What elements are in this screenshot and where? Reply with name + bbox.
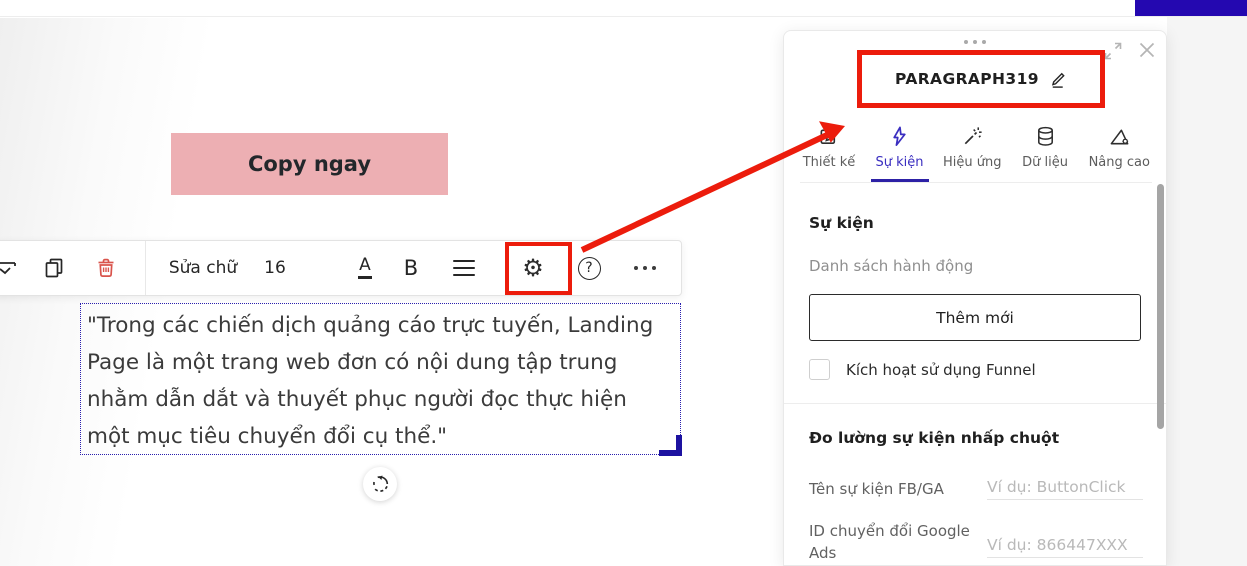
- tab-su-kien[interactable]: Sự kiện: [871, 123, 929, 182]
- section-divider: [784, 403, 1166, 404]
- align-button[interactable]: [445, 241, 483, 295]
- tracking-section-heading: Đo lường sự kiện nhấp chuột: [809, 429, 1059, 447]
- help-button[interactable]: ?: [571, 241, 607, 295]
- element-name: PARAGRAPH319: [895, 70, 1039, 88]
- panel-scrollbar[interactable]: [1157, 184, 1164, 429]
- tab-label: Hiệu ứng: [943, 155, 1002, 170]
- pencil-icon: [1048, 70, 1067, 89]
- text-color-button[interactable]: A: [347, 241, 383, 295]
- panel-tabs: Thiết kế Sự kiện Hiệu ứng: [800, 123, 1152, 183]
- panel-drag-handle-icon[interactable]: [964, 40, 986, 44]
- tab-thiet-ke[interactable]: Thiết kế: [800, 123, 858, 182]
- funnel-checkbox-row: Kích hoạt sử dụng Funnel: [809, 359, 1036, 380]
- element-toolbar: Sửa chữ 16 A B ⚙ ?: [0, 240, 682, 296]
- advanced-icon: [1108, 125, 1131, 148]
- funnel-checkbox[interactable]: [809, 359, 830, 380]
- edit-text-label: Sửa chữ: [169, 258, 237, 278]
- bold-button[interactable]: B: [393, 241, 429, 295]
- delete-button[interactable]: [89, 241, 123, 295]
- cta-copy-button[interactable]: Copy ngay: [171, 133, 448, 195]
- design-icon: [818, 125, 841, 148]
- tab-label: Nâng cao: [1089, 155, 1150, 170]
- properties-panel: PARAGRAPH319 Thiết kế Sự kiện: [783, 30, 1167, 566]
- text-color-icon: A: [358, 257, 372, 279]
- expand-icon[interactable]: [1104, 42, 1122, 60]
- edit-text-button[interactable]: Sửa chữ: [163, 241, 243, 295]
- anchor-tool-icon: [0, 256, 25, 280]
- font-size-control[interactable]: 16: [257, 241, 293, 295]
- event-bolt-icon: [888, 125, 911, 148]
- add-new-button[interactable]: Thêm mới: [809, 294, 1141, 341]
- data-database-icon: [1034, 125, 1057, 148]
- annotation-box-gear: [505, 242, 572, 295]
- trash-icon: [94, 256, 118, 280]
- top-right-blue-button[interactable]: [1135, 0, 1247, 16]
- paragraph-line: một mục tiêu chuyển đổi cụ thể.": [87, 418, 680, 455]
- annotation-box-title: PARAGRAPH319: [857, 50, 1105, 108]
- tab-label: Thiết kế: [803, 155, 856, 170]
- paragraph-line: "Trong các chiến dịch quảng cáo trực tuy…: [87, 307, 680, 344]
- tab-hieu-ung[interactable]: Hiệu ứng: [941, 123, 1004, 182]
- toolbar-divider: [145, 241, 146, 295]
- tab-du-lieu[interactable]: Dữ liệu: [1016, 123, 1074, 182]
- resize-handle[interactable]: [659, 435, 682, 456]
- more-options-button[interactable]: [623, 241, 667, 295]
- selected-paragraph[interactable]: "Trong các chiến dịch quảng cáo trực tuy…: [80, 303, 681, 455]
- action-list-label: Danh sách hành động: [809, 257, 973, 275]
- bold-icon: B: [404, 256, 418, 280]
- google-ads-id-label: ID chuyển đổi Google Ads: [809, 520, 981, 564]
- paragraph-line: Page là một trang web đơn có nội dung tậ…: [87, 344, 680, 381]
- events-section-heading: Sự kiện: [809, 214, 874, 232]
- rotate-handle[interactable]: [363, 467, 397, 501]
- ellipsis-icon: [634, 266, 656, 270]
- duplicate-icon: [42, 256, 66, 280]
- google-ads-id-input[interactable]: [987, 532, 1143, 558]
- rename-button[interactable]: [1048, 70, 1067, 89]
- tab-label: Sự kiện: [876, 155, 924, 170]
- close-icon[interactable]: [1138, 41, 1156, 59]
- fb-ga-event-input[interactable]: [987, 474, 1143, 500]
- help-icon: ?: [578, 257, 601, 280]
- fb-ga-event-label: Tên sự kiện FB/GA: [809, 480, 944, 498]
- rotate-icon: [369, 473, 391, 495]
- anchor-tool-icon[interactable]: [0, 241, 27, 295]
- funnel-checkbox-label: Kích hoạt sử dụng Funnel: [846, 361, 1036, 379]
- paragraph-line: nhằm dẫn dắt và thuyết phục người đọc th…: [87, 381, 680, 418]
- duplicate-button[interactable]: [37, 241, 71, 295]
- justify-icon: [453, 260, 475, 276]
- top-strip: [0, 0, 1247, 17]
- tab-nang-cao[interactable]: Nâng cao: [1087, 123, 1152, 182]
- right-background-rail: [1167, 17, 1247, 566]
- effects-wand-icon: [961, 125, 984, 148]
- font-size-value: 16: [264, 258, 286, 278]
- tab-label: Dữ liệu: [1022, 155, 1068, 170]
